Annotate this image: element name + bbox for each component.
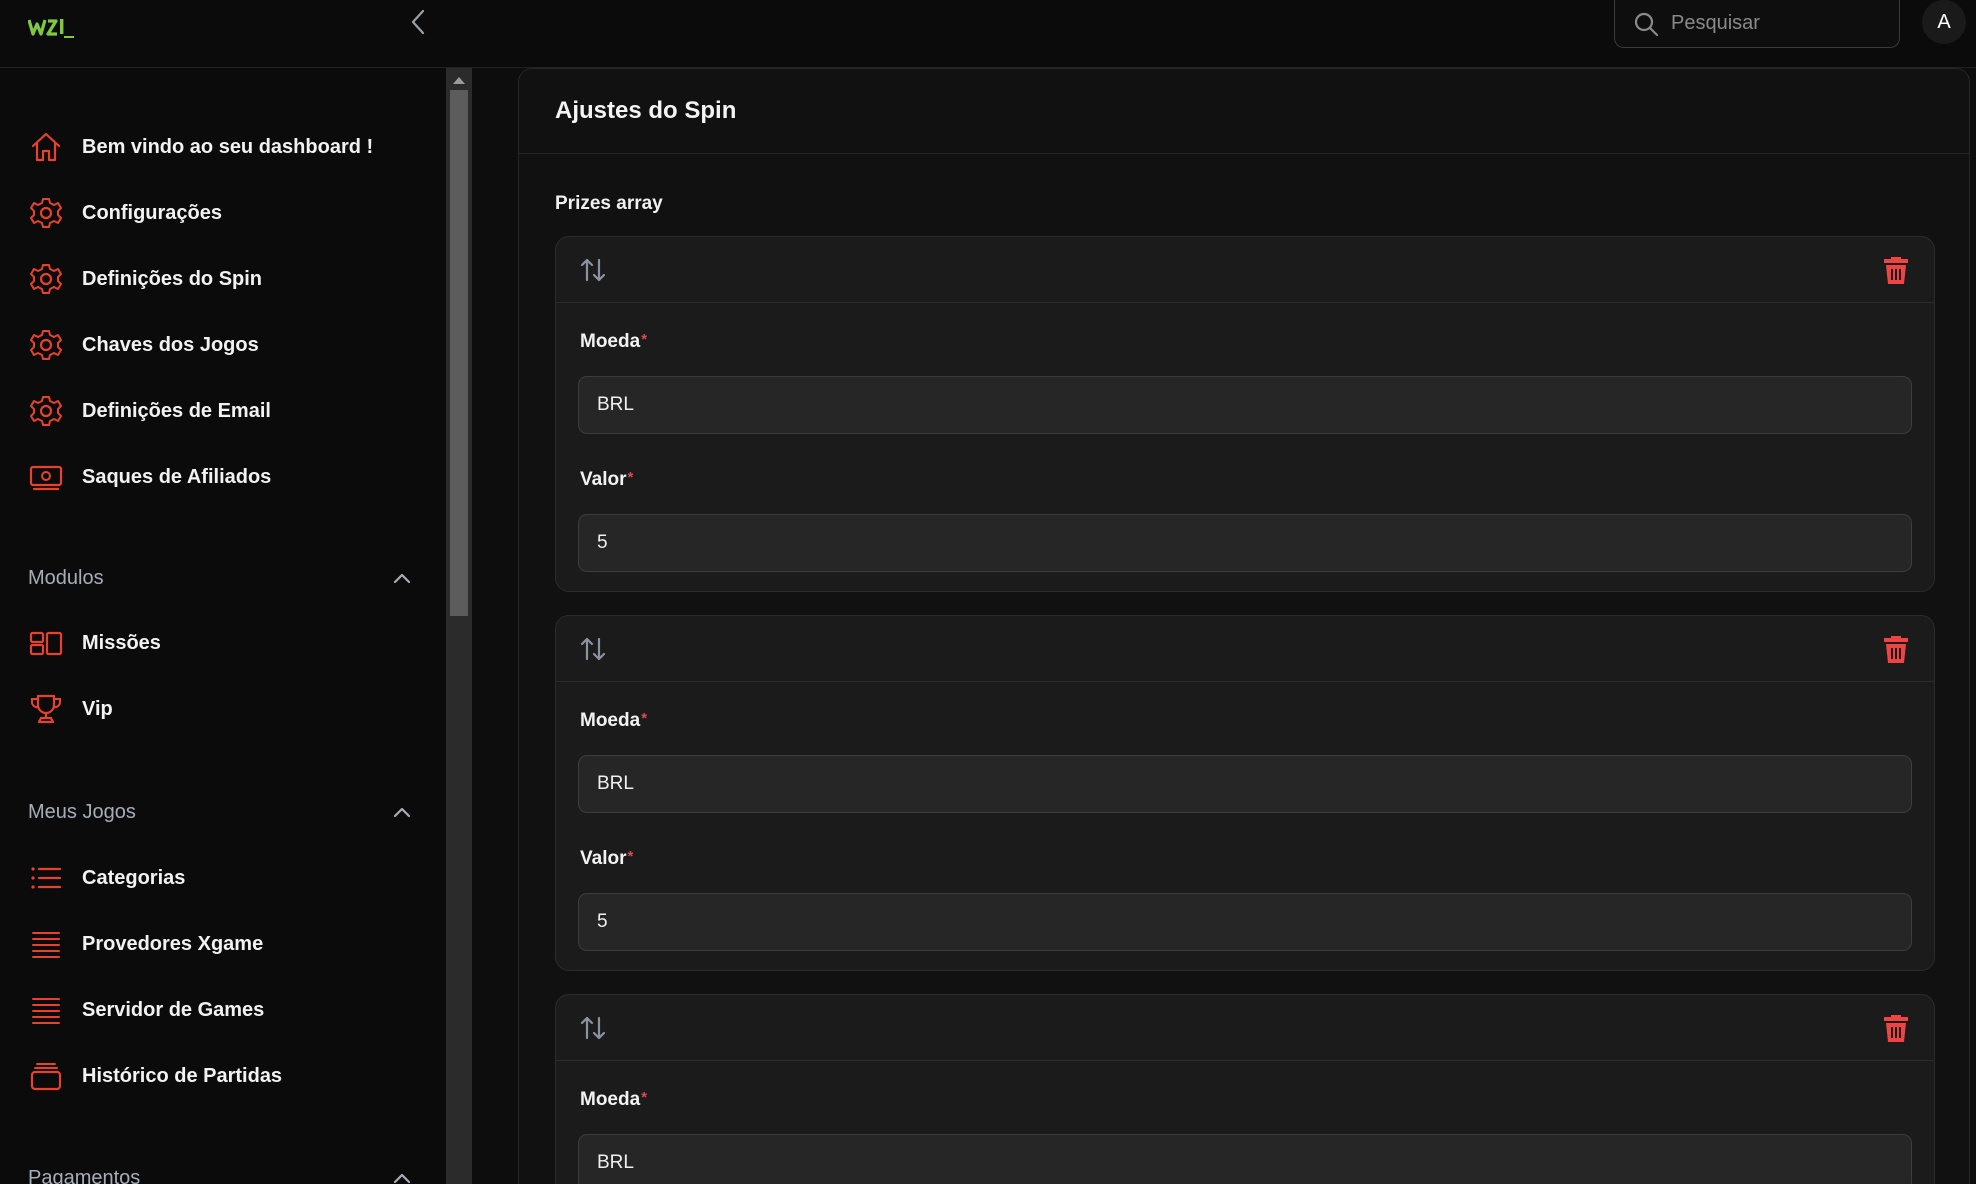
stack-icon xyxy=(28,1058,64,1094)
group-modulos[interactable]: Modulos xyxy=(28,560,412,596)
gear-icon xyxy=(28,195,64,231)
page-title: Ajustes do Spin xyxy=(555,97,737,124)
sidebar-item-categorias[interactable]: Categorias xyxy=(28,856,185,900)
spin-settings-panel: Ajustes do Spin Prizes array Moeda* BRL … xyxy=(518,68,1970,1184)
home-icon xyxy=(28,129,64,165)
scrollbar-thumb[interactable] xyxy=(450,90,468,616)
sidebar-item-label: Histórico de Partidas xyxy=(82,1064,283,1087)
gear-icon xyxy=(28,327,64,363)
trash-icon[interactable] xyxy=(1882,255,1910,285)
search-box[interactable] xyxy=(1614,0,1900,48)
scroll-up-arrow-icon[interactable] xyxy=(453,77,465,84)
avatar[interactable]: A xyxy=(1922,0,1966,44)
moeda-field[interactable]: BRL xyxy=(578,1134,1912,1184)
moeda-label: Moeda* xyxy=(580,1089,648,1110)
gear-icon xyxy=(28,261,64,297)
chevron-up-icon xyxy=(393,573,411,584)
gear-icon xyxy=(28,393,64,429)
valor-field[interactable]: 5 xyxy=(578,514,1912,572)
reorder-icon[interactable] xyxy=(578,634,608,664)
moeda-label: Moeda* xyxy=(580,331,648,352)
prize-card: Moeda* BRL xyxy=(555,994,1935,1184)
valor-label: Valor* xyxy=(580,469,634,490)
sidebar-item-provedores-xgame[interactable]: Provedores Xgame xyxy=(28,922,263,966)
moeda-field[interactable]: BRL xyxy=(578,376,1912,434)
trash-icon[interactable] xyxy=(1882,1013,1910,1043)
group-label: Pagamentos xyxy=(28,1166,141,1184)
reorder-icon[interactable] xyxy=(578,1013,608,1043)
sidebar-scrollbar[interactable] xyxy=(446,68,472,1184)
sidebar-item-servidor-games[interactable]: Servidor de Games xyxy=(28,988,264,1032)
group-pagamentos[interactable]: Pagamentos xyxy=(28,1160,412,1184)
sidebar-item-saques-afiliados[interactable]: Saques de Afiliados xyxy=(28,455,271,499)
valor-field[interactable]: 5 xyxy=(578,893,1912,951)
sidebar-item-definicoes-spin[interactable]: Definições do Spin xyxy=(28,257,262,301)
trash-icon[interactable] xyxy=(1882,634,1910,664)
card-header xyxy=(556,616,1934,682)
sidebar-item-definicoes-email[interactable]: Definições de Email xyxy=(28,389,271,433)
sidebar-item-dashboard[interactable]: Bem vindo ao seu dashboard ! xyxy=(28,125,373,169)
layout-icon xyxy=(28,625,64,661)
sidebar-item-label: Servidor de Games xyxy=(82,998,265,1021)
prize-card: Moeda* BRL Valor* 5 xyxy=(555,236,1935,592)
sidebar-item-vip[interactable]: Vip xyxy=(28,687,113,731)
sidebar-item-label: Vip xyxy=(82,697,113,720)
group-label: Modulos xyxy=(28,566,104,589)
top-bar: A xyxy=(0,0,1976,68)
chevron-up-icon xyxy=(393,807,411,818)
sidebar-item-historico-partidas[interactable]: Histórico de Partidas xyxy=(28,1054,282,1098)
chevron-left-icon xyxy=(411,9,425,35)
collapse-sidebar-button[interactable] xyxy=(400,4,436,40)
main-content: Ajustes do Spin Prizes array Moeda* BRL … xyxy=(472,68,1976,1184)
sidebar-item-configuracoes[interactable]: Configurações xyxy=(28,191,222,235)
valor-label: Valor* xyxy=(580,848,634,869)
sidebar-item-label: Definições do Spin xyxy=(82,267,263,290)
sidebar-item-label: Missões xyxy=(82,631,161,654)
sidebar-item-label: Saques de Afiliados xyxy=(82,465,272,488)
section-label: Prizes array xyxy=(555,193,663,214)
sidebar-item-label: Provedores Xgame xyxy=(82,932,264,955)
group-meus-jogos[interactable]: Meus Jogos xyxy=(28,794,412,830)
sidebar-item-label: Categorias xyxy=(82,866,186,889)
chevron-up-icon xyxy=(393,1173,411,1184)
card-header xyxy=(556,995,1934,1061)
sidebar-item-chaves-jogos[interactable]: Chaves dos Jogos xyxy=(28,323,259,367)
sidebar-item-label: Configurações xyxy=(82,201,223,224)
sidebar-item-label: Definições de Email xyxy=(82,399,271,422)
lines-icon xyxy=(28,992,64,1028)
reorder-icon[interactable] xyxy=(578,255,608,285)
search-input[interactable] xyxy=(1671,12,1891,35)
money-icon xyxy=(28,459,64,495)
sidebar: Bem vindo ao seu dashboard ! Configuraçõ… xyxy=(0,68,446,1184)
sidebar-item-label: Chaves dos Jogos xyxy=(82,333,259,356)
moeda-field[interactable]: BRL xyxy=(578,755,1912,813)
moeda-label: Moeda* xyxy=(580,710,648,731)
card-header xyxy=(556,237,1934,303)
sidebar-item-label: Bem vindo ao seu dashboard ! xyxy=(82,135,374,158)
group-label: Meus Jogos xyxy=(28,800,136,823)
brand-logo xyxy=(28,19,74,38)
search-icon xyxy=(1634,12,1659,36)
prize-card: Moeda* BRL Valor* 5 xyxy=(555,615,1935,971)
lines-icon xyxy=(28,926,64,962)
sidebar-item-missoes[interactable]: Missões xyxy=(28,621,161,665)
trophy-icon xyxy=(28,691,64,727)
divider xyxy=(519,153,1969,154)
list-icon xyxy=(28,860,64,896)
